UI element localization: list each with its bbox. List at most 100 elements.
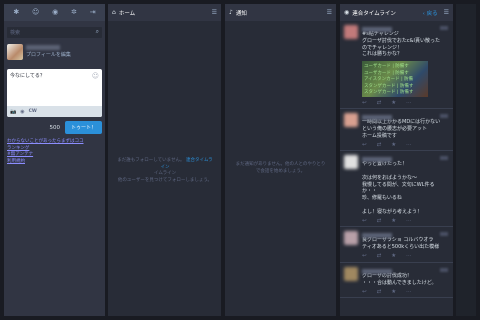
status-author-name[interactable] (362, 27, 392, 32)
status-content: グローザの討伐成功！ ・・・合は動んできましたけど。 (362, 272, 437, 286)
media-caption-line: アイスタンカード | 防備 (364, 77, 414, 82)
status-author-name[interactable] (362, 115, 392, 120)
globe-icon: ◉ (344, 9, 350, 16)
boost-icon[interactable]: ⇄ (377, 253, 382, 259)
asterisk-icon[interactable]: ✱ (13, 9, 19, 16)
drawer-links: わからないことがあったらまずはココ ランキング #無アンテナ 利用規約 (7, 139, 102, 165)
terms-link[interactable]: 利用規約 (7, 159, 102, 166)
status-content: #s帖チャレンジ グローザ討伐でおたc&l貰い散った のでチャレンジ！ これは勝… (362, 31, 440, 58)
notifications-empty-message: まだ通知がありません。他の人とのやりとり で会話を始めましょう。 (231, 162, 330, 175)
star-icon[interactable]: ★ (391, 218, 396, 224)
boost-icon[interactable]: ⇄ (377, 100, 382, 106)
privacy-globe-icon[interactable]: ◉ (20, 109, 24, 115)
search-placeholder: 検索 (10, 30, 21, 36)
logout-icon[interactable]: ⇥ (90, 9, 96, 16)
more-icon[interactable]: ⋯ (406, 142, 412, 148)
boost-icon[interactable]: ⇄ (377, 218, 382, 224)
status-timestamp[interactable] (440, 114, 448, 118)
status-item[interactable]: グローザの討伐成功！ ・・・合は動んできましたけど。 ↩ ⇄ ★ ⋯ (340, 263, 453, 299)
status-action-bar: ↩ ⇄ ★ ⋯ (362, 286, 449, 297)
more-icon[interactable]: ⋯ (406, 100, 412, 106)
status-content: やっと置けたった！ 次は何をおばようかな～ 我慢してる間が、文句にWL件る か・… (362, 161, 435, 215)
status-item[interactable]: #s帖チャレンジ グローザ討伐でおたc&l貰い散った のでチャレンジ！ これは勝… (340, 21, 453, 109)
home-column-header[interactable]: ⌂ ホーム ☰ (108, 4, 221, 21)
notifications-empty-line-1: まだ通知がありません。他の人とのやりとり (235, 162, 326, 167)
notifications-column: ♪ 通知 ☰ まだ通知がありません。他の人とのやりとり で会話を始めましょう。 (225, 4, 336, 316)
scrollbar[interactable] (456, 4, 476, 316)
status-content: 一時間以上かかるMDには行かない という俺の腰志が必要アット ホーム投稿です (362, 119, 441, 139)
drawer: ✱ ☺ ◉ ✲ ⇥ 検索 ⌕ プロフィールを編集 今なにしてる？ ☺ 📷 ◉ C… (4, 4, 105, 316)
avatar[interactable] (344, 155, 358, 170)
status-media-image[interactable]: ユーザカード | 防備す ユーザカード | 防備す アイスタンカード | 防備 スタン… (362, 61, 428, 97)
sliders-icon[interactable]: ☰ (444, 9, 449, 16)
sliders-icon[interactable]: ☰ (212, 9, 217, 16)
gear-icon[interactable]: ✲ (71, 9, 77, 16)
compose-actions: 500 トゥート！ (7, 121, 102, 134)
boost-icon[interactable]: ⇄ (377, 142, 382, 148)
emoji-icon[interactable]: ☺ (92, 72, 99, 80)
avatar[interactable] (344, 113, 358, 127)
avatar[interactable] (7, 44, 23, 60)
compose-placeholder: 今なにしてる？ (10, 73, 45, 79)
status-content: 良グローザラショ コルバウオラ ティオあると500kくらい出た模様 (362, 237, 440, 250)
search-input[interactable]: 検索 ⌕ (7, 27, 102, 38)
star-icon[interactable]: ★ (391, 253, 396, 259)
more-icon[interactable]: ⋯ (406, 253, 412, 259)
globe-icon[interactable]: ◉ (52, 9, 58, 16)
compose-toolbar: 📷 ◉ CW (7, 106, 102, 117)
drawer-header: ✱ ☺ ◉ ✲ ⇥ (4, 4, 105, 21)
account-name (26, 45, 60, 50)
avatar[interactable] (344, 266, 358, 281)
character-counter: 500 (49, 124, 60, 131)
media-caption-line: ユーザカード | 防備す (364, 70, 409, 76)
compose-textarea[interactable]: 今なにしてる？ ☺ 📷 ◉ CW (7, 69, 102, 117)
more-icon[interactable]: ⋯ (406, 218, 412, 224)
reply-icon[interactable]: ↩ (362, 142, 367, 148)
edit-profile-link[interactable]: プロフィールを編集 (26, 52, 71, 59)
star-icon[interactable]: ★ (391, 289, 396, 295)
sliders-icon[interactable]: ☰ (327, 9, 332, 16)
status-action-bar: ↩ ⇄ ★ ⋯ (362, 251, 449, 262)
media-caption-line: スタンゲカード | 防備す (364, 83, 414, 89)
star-icon[interactable]: ★ (391, 142, 396, 148)
status-action-bar: ↩ ⇄ ★ ⋯ (362, 139, 449, 150)
status-author-name[interactable] (362, 268, 392, 274)
more-icon[interactable]: ⋯ (406, 289, 412, 295)
people-icon[interactable]: ☺ (32, 9, 39, 16)
status-item[interactable]: 良グローザラショ コルバウオラ ティオあると500kくらい出た模様 ↩ ⇄ ★ ⋯ (340, 227, 453, 263)
back-label: 戻る (426, 10, 438, 17)
cw-button[interactable]: CW (29, 109, 37, 114)
status-author-name[interactable] (362, 157, 392, 163)
toot-button[interactable]: トゥート！ (64, 121, 102, 134)
back-button[interactable]: ‹ 戻る (423, 9, 438, 17)
home-icon: ⌂ (112, 9, 116, 16)
status-list[interactable]: #s帖チャレンジ グローザ討伐でおたc&l貰い散った のでチャレンジ！ これは勝… (340, 21, 453, 299)
account-card: プロフィールを編集 (7, 44, 102, 63)
notifications-column-header[interactable]: ♪ 通知 ☰ (225, 4, 336, 21)
search-icon: ⌕ (95, 28, 99, 35)
status-timestamp[interactable] (440, 156, 448, 161)
reply-icon[interactable]: ↩ (362, 289, 367, 295)
reply-icon[interactable]: ↩ (362, 253, 367, 259)
status-item[interactable]: やっと置けたった！ 次は何をおばようかな～ 我慢してる間が、文句にWL件る か・… (340, 151, 453, 228)
notifications-column-title: 通知 (235, 10, 247, 17)
status-item[interactable]: 一時間以上かかるMDには行かない という俺の腰志が必要アット ホーム投稿です ↩ ⇄… (340, 109, 453, 152)
avatar[interactable] (344, 25, 358, 39)
app-root: ✱ ☺ ◉ ✲ ⇥ 検索 ⌕ プロフィールを編集 今なにしてる？ ☺ 📷 ◉ C… (0, 0, 480, 320)
media-caption-line: ユーザカード | 防備す (364, 64, 409, 69)
federated-column: ◉ 連合タイムライン ‹ 戻る ☰ #s帖チャレンジ グローザ討伐でおたc&l貰… (340, 4, 453, 316)
status-timestamp[interactable] (440, 26, 448, 30)
bell-icon: ♪ (229, 9, 233, 16)
federated-column-header[interactable]: ◉ 連合タイムライン ‹ 戻る ☰ (340, 4, 453, 21)
reply-icon[interactable]: ↩ (362, 100, 367, 106)
star-icon[interactable]: ★ (391, 100, 396, 106)
camera-icon[interactable]: 📷 (10, 109, 16, 115)
status-action-bar: ↩ ⇄ ★ ⋯ (362, 97, 449, 108)
avatar[interactable] (344, 231, 358, 246)
reply-icon[interactable]: ↩ (362, 218, 367, 224)
status-author-name[interactable] (362, 233, 392, 239)
media-caption-line: スタンゲカード | 防備す (364, 90, 414, 95)
boost-icon[interactable]: ⇄ (377, 289, 382, 295)
status-timestamp[interactable] (440, 267, 448, 272)
status-timestamp[interactable] (440, 232, 448, 237)
